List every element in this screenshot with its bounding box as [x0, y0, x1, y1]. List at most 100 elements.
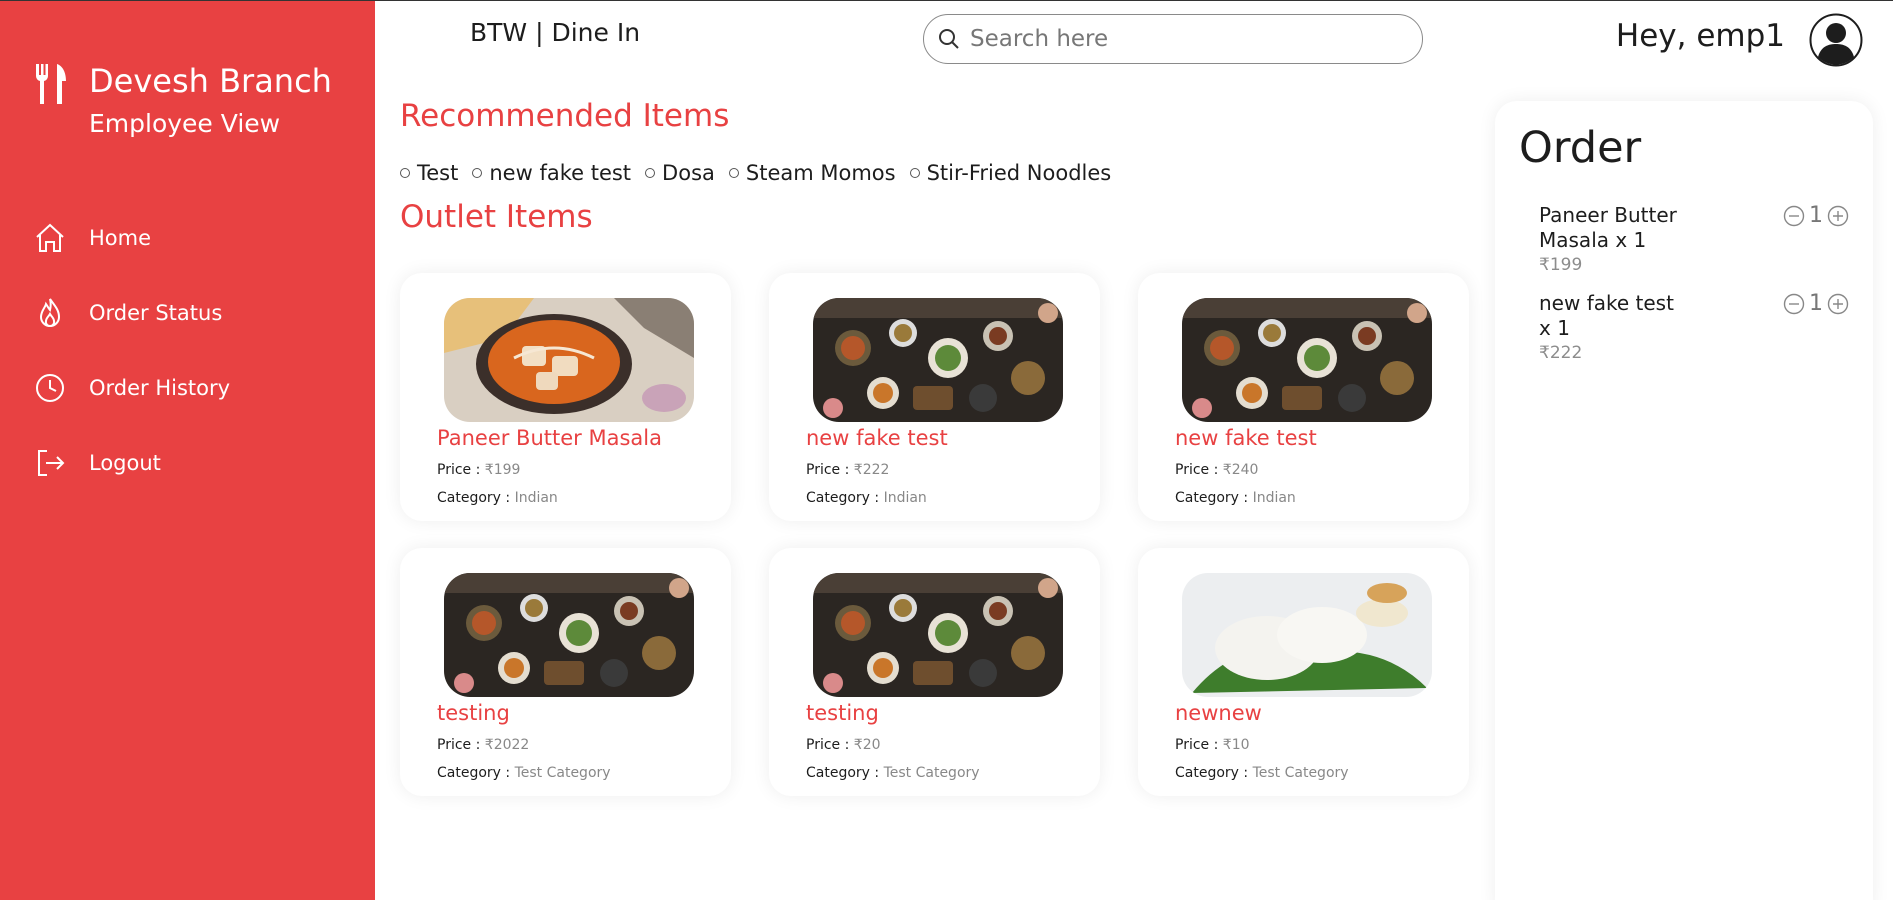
- item-category: Category : Test Category: [806, 765, 980, 781]
- bullet-icon: [728, 168, 739, 178]
- bullet-icon: [645, 168, 656, 178]
- category-value: Indian: [883, 490, 927, 506]
- search-input[interactable]: [970, 26, 1370, 52]
- sidebar-item-logout[interactable]: Logout: [33, 425, 230, 500]
- item-card[interactable]: newnew Price : ₹10 Category : Test Categor…: [1138, 548, 1469, 796]
- item-price: Price : ₹10: [1175, 737, 1250, 753]
- category-value: Test Category: [883, 765, 980, 781]
- search-bar[interactable]: [923, 14, 1423, 64]
- sidebar-item-order-history[interactable]: Order History: [33, 350, 230, 425]
- category-label: Category :: [1175, 490, 1253, 506]
- item-card[interactable]: new fake test Price : ₹240 Category : Indi…: [1138, 273, 1469, 521]
- order-item-qty: 1: [1809, 291, 1823, 316]
- sidebar-nav: Home Order Status Order History Logout: [33, 200, 230, 500]
- bullet-icon: [472, 168, 483, 178]
- price-label: Price :: [1175, 462, 1223, 478]
- recommended-item-label: Test: [417, 161, 459, 185]
- quantity-stepper: 1: [1783, 291, 1849, 316]
- price-value: ₹222: [853, 462, 890, 478]
- category-label: Category :: [806, 490, 884, 506]
- price-value: ₹199: [484, 462, 521, 478]
- item-image: [1182, 573, 1432, 697]
- category-label: Category :: [1175, 765, 1253, 781]
- item-card[interactable]: testing Price : ₹20 Category : Test Catego…: [769, 548, 1100, 796]
- category-value: Test Category: [1252, 765, 1349, 781]
- item-name: newnew: [1175, 701, 1262, 725]
- recommended-item[interactable]: new fake test: [472, 161, 631, 185]
- recommended-item[interactable]: Dosa: [645, 161, 715, 185]
- recommended-list: Test new fake test Dosa Steam Momos Stir…: [400, 161, 1111, 185]
- category-label: Category :: [437, 765, 515, 781]
- bullet-icon: [909, 168, 920, 178]
- recommended-item-label: new fake test: [489, 161, 632, 185]
- clock-icon: [36, 373, 64, 402]
- item-name: Paneer Butter Masala: [437, 426, 662, 450]
- price-label: Price :: [806, 737, 854, 753]
- item-image: [813, 298, 1063, 422]
- order-item-qty: 1: [1809, 203, 1823, 228]
- utensils-icon: [35, 64, 66, 104]
- top-border: [0, 0, 1893, 1]
- sidebar-item-label: Home: [89, 225, 152, 250]
- logout-icon: [38, 449, 65, 476]
- order-item-price: ₹222: [1539, 343, 1583, 363]
- item-category: Category : Indian: [806, 490, 927, 506]
- item-card[interactable]: testing Price : ₹2022 Category : Test Cate…: [400, 548, 731, 796]
- sidebar-item-home[interactable]: Home: [33, 200, 230, 275]
- item-price: Price : ₹199: [437, 462, 520, 478]
- item-price: Price : ₹240: [1175, 462, 1258, 478]
- category-label: Category :: [437, 490, 515, 506]
- item-name: testing: [437, 701, 510, 725]
- flame-icon: [39, 297, 61, 327]
- price-label: Price :: [437, 462, 485, 478]
- price-label: Price :: [806, 462, 854, 478]
- outlet-grid: Paneer Butter Masala Price : ₹199 Category…: [400, 273, 1469, 796]
- plus-circle-icon[interactable]: [1827, 293, 1849, 315]
- minus-circle-icon[interactable]: [1783, 205, 1805, 227]
- search-icon: [939, 29, 959, 49]
- branch-name: Devesh Branch: [89, 62, 332, 100]
- order-panel: Order Paneer Butter Masala x 1 ₹199 1 ne…: [1495, 101, 1873, 900]
- sidebar-item-order-status[interactable]: Order Status: [33, 275, 230, 350]
- recommended-item[interactable]: Stir-Fried Noodles: [909, 161, 1112, 185]
- item-category: Category : Indian: [437, 490, 558, 506]
- price-value: ₹20: [853, 737, 881, 753]
- bullet-icon: [400, 168, 410, 178]
- item-image: [813, 573, 1063, 697]
- sidebar-item-label: Logout: [89, 450, 161, 475]
- price-value: ₹10: [1222, 737, 1250, 753]
- item-card[interactable]: Paneer Butter Masala Price : ₹199 Category…: [400, 273, 731, 521]
- item-price: Price : ₹222: [806, 462, 889, 478]
- category-label: Category :: [806, 765, 884, 781]
- item-image: [444, 298, 694, 422]
- order-item-name: Paneer Butter Masala x 1: [1539, 203, 1677, 252]
- item-category: Category : Indian: [1175, 490, 1296, 506]
- order-line-item: new fake test x 1 ₹222 1: [1539, 291, 1849, 363]
- brand: Devesh Branch Employee View: [33, 60, 332, 142]
- view-label: Employee View: [89, 109, 281, 138]
- category-value: Indian: [514, 490, 558, 506]
- recommended-item[interactable]: Test: [400, 161, 458, 185]
- order-line-item: Paneer Butter Masala x 1 ₹199 1: [1539, 203, 1849, 275]
- recommended-item[interactable]: Steam Momos: [728, 161, 896, 185]
- app-title: BTW | Dine In: [470, 18, 641, 47]
- price-value: ₹2022: [484, 737, 530, 753]
- order-item-name: new fake test x 1: [1539, 291, 1674, 340]
- avatar[interactable]: [1809, 13, 1863, 67]
- outlet-title: Outlet Items: [400, 199, 593, 235]
- item-image: [444, 573, 694, 697]
- minus-circle-icon[interactable]: [1783, 293, 1805, 315]
- price-label: Price :: [437, 737, 485, 753]
- price-label: Price :: [1175, 737, 1223, 753]
- recommended-item-label: Steam Momos: [745, 161, 896, 185]
- item-card[interactable]: new fake test Price : ₹222 Category : Indi…: [769, 273, 1100, 521]
- item-price: Price : ₹20: [806, 737, 881, 753]
- user-greeting: Hey, emp1: [1615, 18, 1785, 54]
- price-value: ₹240: [1222, 462, 1259, 478]
- sidebar: Devesh Branch Employee View Home Order S…: [0, 0, 375, 900]
- recommended-item-label: Dosa: [662, 161, 715, 185]
- category-value: Test Category: [514, 765, 611, 781]
- recommended-item-label: Stir-Fried Noodles: [926, 161, 1112, 185]
- item-name: new fake test: [806, 426, 948, 450]
- plus-circle-icon[interactable]: [1827, 205, 1849, 227]
